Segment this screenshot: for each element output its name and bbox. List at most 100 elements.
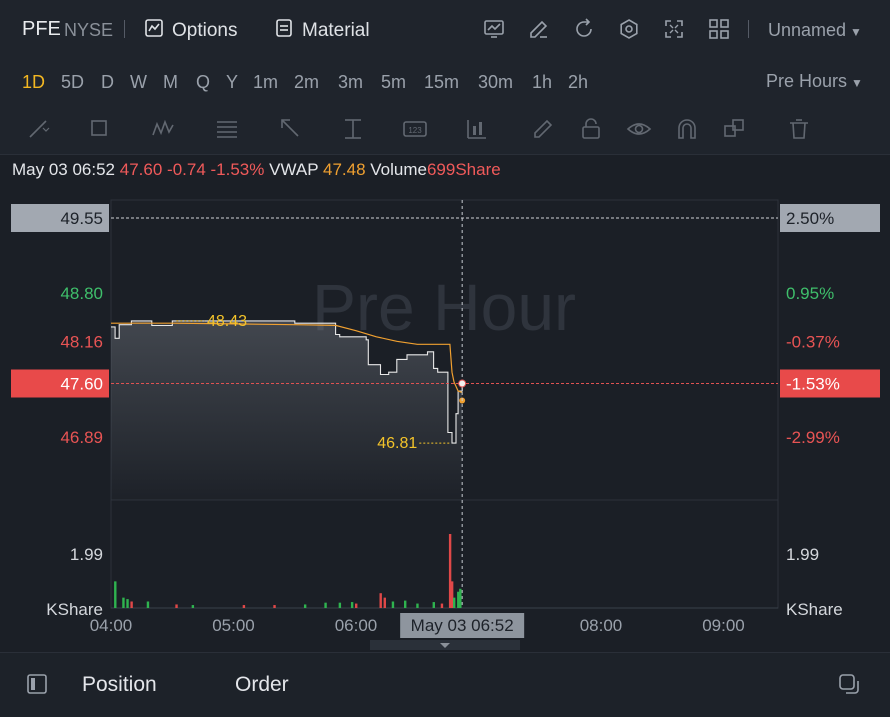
interval-1m[interactable]: 1m [253, 72, 278, 93]
x-tick-label: 04:00 [90, 616, 133, 635]
magnet-icon[interactable] [674, 116, 700, 142]
volume-bar [383, 597, 386, 608]
number-tool-icon[interactable]: 123 [402, 116, 428, 142]
pct-tick-label: -2.99% [786, 428, 840, 447]
volume-bar [338, 602, 342, 608]
svg-text:123: 123 [408, 126, 422, 135]
lock-icon[interactable] [578, 116, 604, 142]
interval-M[interactable]: M [163, 72, 178, 93]
crosshair-dot [458, 379, 467, 388]
interval-D[interactable]: D [101, 72, 114, 93]
volume-bar [146, 601, 150, 608]
volume-label: Volume [370, 160, 427, 179]
eye-icon[interactable] [626, 116, 652, 142]
divider [748, 20, 749, 38]
session-selector[interactable]: Pre Hours ▼ [766, 71, 863, 92]
line-tool-icon[interactable] [26, 116, 52, 142]
volume-bar [130, 601, 133, 608]
options-button[interactable]: Options [144, 18, 237, 44]
interval-Y[interactable]: Y [226, 72, 238, 93]
quote-info: May 03 06:52 47.60 -0.74 -1.53% VWAP 47.… [12, 160, 501, 180]
volume-value: 699Share [426, 160, 501, 179]
current-pct-label: -1.53% [786, 375, 840, 394]
material-label: Material [302, 20, 370, 41]
symbol-ticker[interactable]: PFE [22, 18, 61, 41]
grid-layout-icon[interactable] [707, 17, 731, 41]
top-price-label: 49.55 [60, 209, 103, 228]
x-tick-label: 09:00 [702, 616, 745, 635]
volume-bar [432, 602, 435, 608]
volume-bar [273, 605, 276, 608]
pct-tick-label: -0.37% [786, 332, 840, 351]
tab-position[interactable]: Position [82, 673, 157, 697]
volume-bar [457, 591, 460, 608]
quote-change-pct: -1.53% [210, 160, 265, 179]
x-tick-label: 06:00 [335, 616, 378, 635]
divider [124, 20, 125, 38]
top-pct-label: 2.50% [786, 209, 834, 228]
interval-30m[interactable]: 30m [478, 72, 513, 93]
caret-down-icon: ▼ [851, 76, 863, 90]
price-tick-label: 46.89 [60, 428, 103, 447]
volume-bar [416, 603, 419, 608]
fib-tool-icon[interactable] [214, 116, 240, 142]
watermark: Pre Hour [312, 270, 576, 344]
volume-bar [303, 604, 307, 608]
settings-icon[interactable] [617, 17, 641, 41]
volume-bar [191, 605, 195, 608]
volume-bar [324, 602, 327, 608]
tab-order[interactable]: Order [235, 673, 289, 697]
indicator-tool-icon[interactable] [464, 116, 490, 142]
edit-icon[interactable] [527, 17, 551, 41]
volume-bar [242, 605, 246, 608]
drawing-toolbar: 123 [0, 104, 890, 155]
session-label: Pre Hours [766, 71, 848, 91]
caret-down-icon: ▼ [850, 25, 862, 39]
fullscreen-icon[interactable] [662, 17, 686, 41]
material-button[interactable]: Material [274, 18, 370, 44]
refresh-icon[interactable] [572, 17, 596, 41]
price-area [111, 320, 463, 500]
interval-5m[interactable]: 5m [381, 72, 406, 93]
volume-bar [448, 534, 452, 608]
price-chart[interactable]: Pre Hour 48.43 46.81 48.80 48.16 46.89 47.60 49… [0, 190, 890, 650]
pen-tool-icon[interactable] [530, 116, 556, 142]
interval-Q[interactable]: Q [196, 72, 210, 93]
chart-template-icon[interactable] [482, 17, 506, 41]
vwap-label: VWAP [269, 160, 319, 179]
interval-W[interactable]: W [130, 72, 147, 93]
volume-bar [355, 603, 358, 608]
layout-name: Unnamed [768, 20, 847, 40]
interval-3m[interactable]: 3m [338, 72, 363, 93]
options-icon [144, 18, 164, 44]
volume-bar [379, 593, 382, 608]
interval-2m[interactable]: 2m [294, 72, 319, 93]
arrow-tool-icon[interactable] [278, 116, 304, 142]
layers-icon[interactable] [722, 116, 748, 142]
layout-selector[interactable]: Unnamed ▼ [768, 20, 862, 41]
copy-icon[interactable] [838, 673, 860, 695]
measure-tool-icon[interactable] [340, 116, 366, 142]
interval-15m[interactable]: 15m [424, 72, 459, 93]
volume-axis-value: 1.99 [70, 545, 103, 564]
panel-toggle-icon[interactable] [26, 673, 48, 695]
quote-price: 47.60 [119, 160, 163, 179]
x-tick-label: 08:00 [580, 616, 623, 635]
volume-bar [175, 604, 178, 608]
rectangle-tool-icon[interactable] [88, 116, 114, 142]
interval-1h[interactable]: 1h [532, 72, 552, 93]
interval-5D[interactable]: 5D [61, 72, 84, 93]
volume-axis-value-right: 1.99 [786, 545, 819, 564]
top-toolbar: PFE NYSE Options Material Unnamed ▼ [0, 0, 890, 59]
quote-datetime: May 03 06:52 [12, 160, 116, 179]
material-icon [274, 18, 294, 44]
current-price-label: 47.60 [60, 375, 103, 394]
interval-1D[interactable]: 1D [22, 72, 45, 93]
bottom-panel: Position Order [0, 652, 890, 717]
pattern-tool-icon[interactable] [150, 116, 176, 142]
trash-icon[interactable] [786, 116, 812, 142]
volume-bar [453, 597, 456, 608]
volume-bar [404, 600, 407, 608]
interval-2h[interactable]: 2h [568, 72, 588, 93]
price-tick-label: 48.80 [60, 284, 103, 303]
